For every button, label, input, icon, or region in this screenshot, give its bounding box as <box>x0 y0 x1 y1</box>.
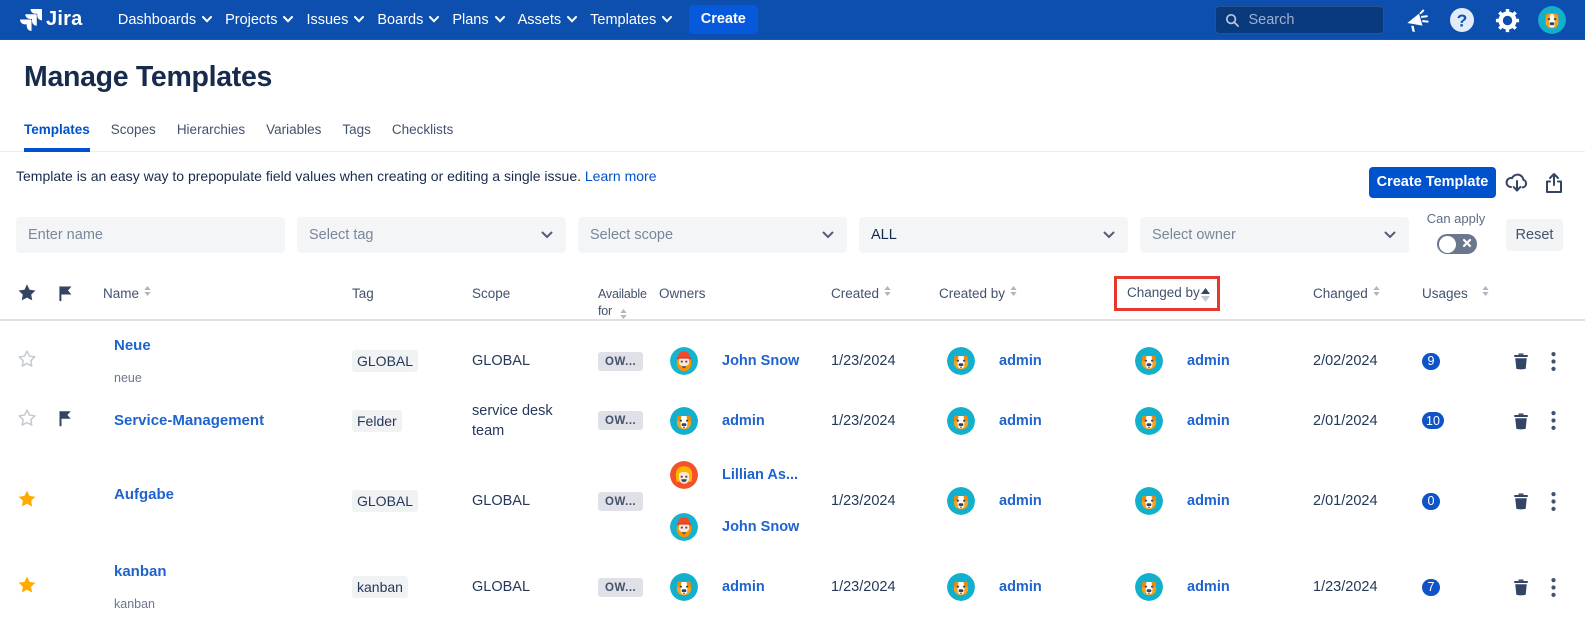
svg-text:?: ? <box>1457 11 1468 31</box>
